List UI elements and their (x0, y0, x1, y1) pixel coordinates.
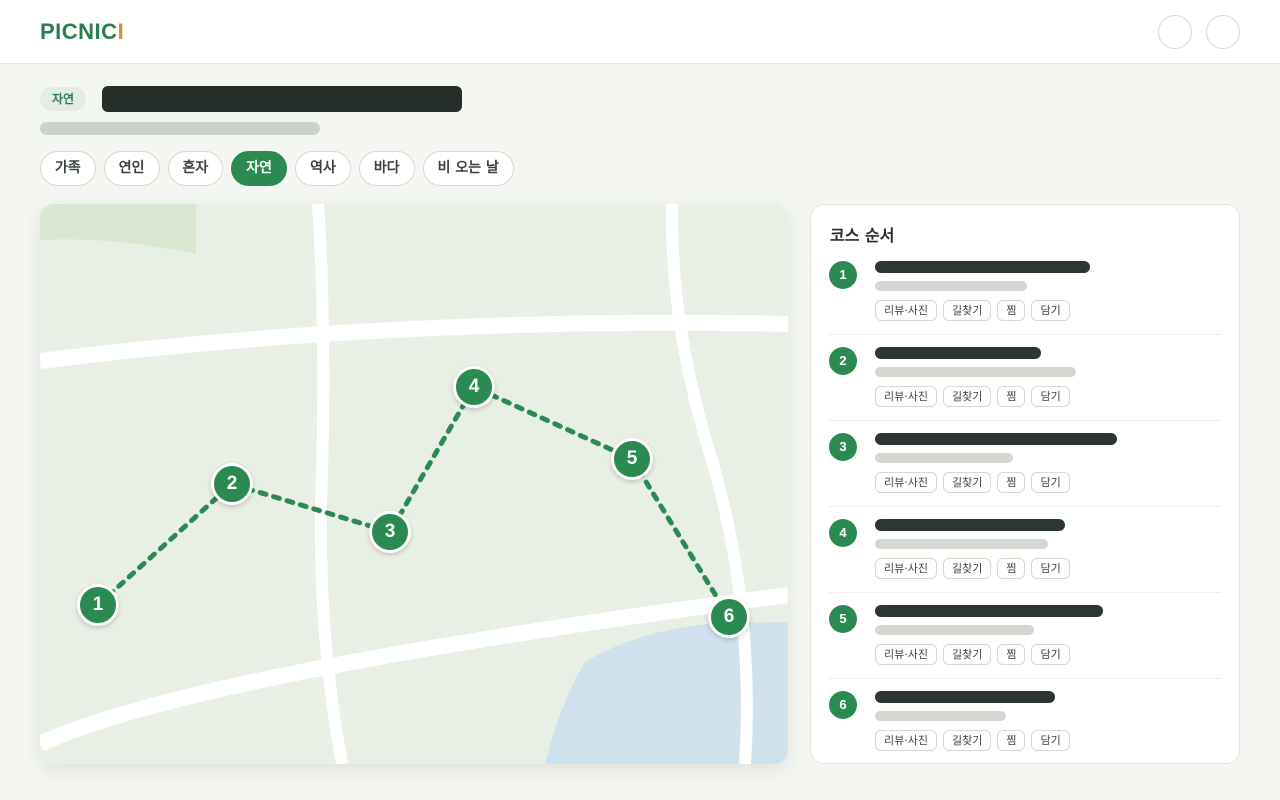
filter-nature[interactable]: 자연 (231, 151, 288, 186)
favorite-button[interactable]: 찜 (997, 300, 1026, 321)
map-marker-4[interactable]: 4 (453, 366, 495, 408)
item-actions: 리뷰·사진 길찾기 찜 담기 (875, 300, 1070, 321)
item-actions: 리뷰·사진 길찾기 찜 담기 (875, 472, 1070, 493)
directions-button[interactable]: 길찾기 (942, 730, 992, 751)
step-number: 3 (829, 433, 857, 461)
list-item[interactable]: 4 리뷰·사진 길찾기 찜 담기 (829, 507, 1221, 593)
favorite-button[interactable]: 찜 (997, 472, 1026, 493)
course-title-placeholder (102, 86, 462, 112)
item-actions: 리뷰·사진 길찾기 찜 담기 (875, 730, 1070, 751)
item-actions: 리뷰·사진 길찾기 찜 담기 (875, 386, 1070, 407)
place-desc-placeholder (875, 539, 1048, 549)
step-number: 5 (829, 605, 857, 633)
place-desc-placeholder (875, 625, 1034, 635)
course-order-panel: 코스 순서 1 리뷰·사진 길찾기 찜 담기 2 리뷰·사진 길찾기 찜 담기 (810, 204, 1240, 764)
add-button[interactable]: 담기 (1031, 730, 1070, 751)
step-number: 2 (829, 347, 857, 375)
favorite-button[interactable]: 찜 (997, 644, 1026, 665)
place-name-placeholder (875, 261, 1090, 273)
review-photo-button[interactable]: 리뷰·사진 (875, 472, 937, 493)
place-name-placeholder (875, 605, 1103, 617)
place-desc-placeholder (875, 711, 1006, 721)
add-button[interactable]: 담기 (1031, 300, 1070, 321)
place-name-placeholder (875, 347, 1041, 359)
add-button[interactable]: 담기 (1031, 386, 1070, 407)
directions-button[interactable]: 길찾기 (942, 558, 992, 579)
app-logo[interactable]: PICNICI (40, 19, 124, 45)
item-actions: 리뷰·사진 길찾기 찜 담기 (875, 644, 1070, 665)
add-button[interactable]: 담기 (1031, 472, 1070, 493)
map-canvas (40, 204, 788, 764)
step-number: 4 (829, 519, 857, 547)
directions-button[interactable]: 길찾기 (942, 644, 992, 665)
filter-history[interactable]: 역사 (295, 151, 351, 186)
place-desc-placeholder (875, 367, 1076, 377)
panel-title: 코스 순서 (830, 226, 895, 245)
review-photo-button[interactable]: 리뷰·사진 (875, 644, 937, 665)
course-subtitle-placeholder (40, 122, 320, 135)
step-number: 6 (829, 691, 857, 719)
map-marker-6[interactable]: 6 (708, 596, 750, 638)
menu-button[interactable] (1206, 15, 1240, 49)
map-marker-5[interactable]: 5 (611, 438, 653, 480)
review-photo-button[interactable]: 리뷰·사진 (875, 300, 937, 321)
place-desc-placeholder (875, 453, 1013, 463)
filter-solo[interactable]: 혼자 (167, 151, 224, 186)
list-item[interactable]: 3 리뷰·사진 길찾기 찜 담기 (829, 421, 1221, 507)
add-button[interactable]: 담기 (1031, 644, 1070, 665)
favorite-button[interactable]: 찜 (997, 730, 1026, 751)
top-header: PICNICI (0, 0, 1280, 64)
review-photo-button[interactable]: 리뷰·사진 (875, 730, 937, 751)
place-desc-placeholder (875, 281, 1027, 291)
course-list: 1 리뷰·사진 길찾기 찜 담기 2 리뷰·사진 길찾기 찜 담기 3 리뷰·사… (829, 249, 1221, 765)
step-number: 1 (829, 261, 857, 289)
account-button[interactable] (1158, 15, 1192, 49)
directions-button[interactable]: 길찾기 (942, 386, 992, 407)
review-photo-button[interactable]: 리뷰·사진 (875, 386, 937, 407)
place-name-placeholder (875, 433, 1117, 445)
favorite-button[interactable]: 찜 (997, 558, 1026, 579)
map-marker-1[interactable]: 1 (77, 584, 119, 626)
list-item[interactable]: 1 리뷰·사진 길찾기 찜 담기 (829, 249, 1221, 335)
list-item[interactable]: 6 리뷰·사진 길찾기 찜 담기 (829, 679, 1221, 765)
directions-button[interactable]: 길찾기 (942, 300, 992, 321)
favorite-button[interactable]: 찜 (997, 386, 1026, 407)
place-name-placeholder (875, 691, 1055, 703)
category-chip: 자연 (40, 87, 87, 111)
review-photo-button[interactable]: 리뷰·사진 (875, 558, 937, 579)
place-name-placeholder (875, 519, 1065, 531)
theme-filter-bar: 가족 연인 혼자 자연 역사 바다 비 오는 날 (40, 151, 514, 186)
filter-couple[interactable]: 연인 (103, 151, 160, 186)
filter-sea[interactable]: 바다 (358, 151, 415, 186)
map-marker-3[interactable]: 3 (369, 511, 411, 553)
course-map[interactable]: 1 2 3 4 5 6 (40, 204, 788, 764)
map-marker-2[interactable]: 2 (211, 463, 253, 505)
filter-rainy-day[interactable]: 비 오는 날 (422, 151, 514, 186)
list-item[interactable]: 5 리뷰·사진 길찾기 찜 담기 (829, 593, 1221, 679)
logo-accent: I (117, 19, 125, 44)
directions-button[interactable]: 길찾기 (942, 472, 992, 493)
item-actions: 리뷰·사진 길찾기 찜 담기 (875, 558, 1070, 579)
add-button[interactable]: 담기 (1031, 558, 1070, 579)
logo-text: PICNIC (40, 19, 118, 44)
filter-family[interactable]: 가족 (40, 151, 96, 186)
list-item[interactable]: 2 리뷰·사진 길찾기 찜 담기 (829, 335, 1221, 421)
